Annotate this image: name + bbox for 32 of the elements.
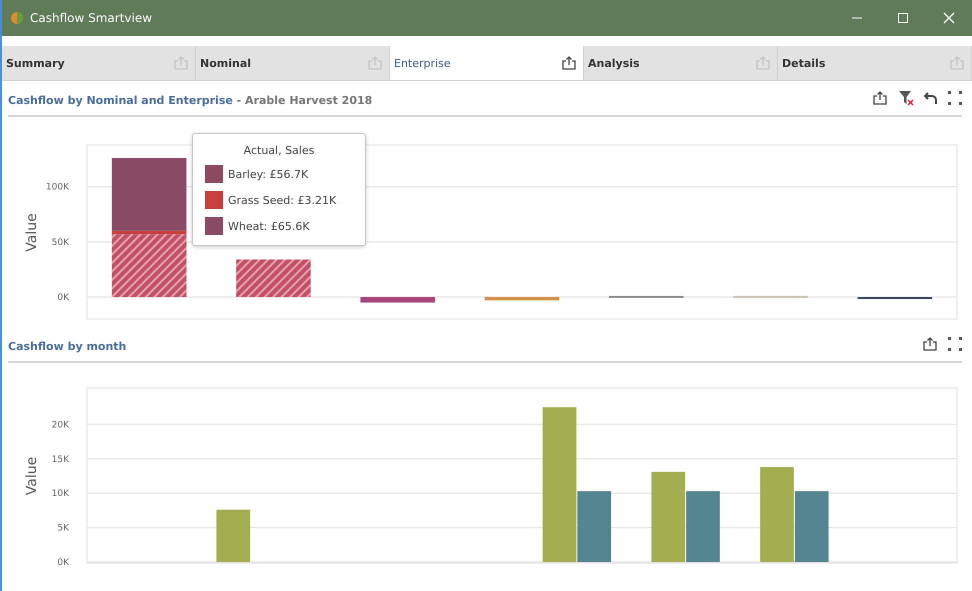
panel-title: Cashflow by Nominal and Enterprise — [8, 94, 233, 106]
bar — [686, 491, 720, 562]
axis-tick-label: 0K — [57, 293, 69, 304]
tooltip-item: Barley: £56.7K — [228, 168, 308, 180]
clear-filter-icon[interactable] — [898, 90, 914, 106]
axis-title: Value — [24, 213, 40, 252]
maximize-icon — [897, 12, 909, 24]
fullscreen-icon[interactable] — [948, 91, 962, 105]
window-title: Cashflow Smartview — [30, 11, 154, 25]
axis-tick-label: 100K — [46, 182, 69, 193]
app-icon — [10, 11, 24, 25]
bar — [216, 510, 250, 562]
fullscreen-icon[interactable] — [948, 337, 962, 351]
close-icon — [943, 12, 955, 24]
axis-tick-label: 5K — [57, 524, 69, 534]
bar — [794, 491, 829, 562]
tooltip-title: Actual, Sales — [242, 144, 316, 157]
axis-tick-label: 10K — [52, 489, 69, 500]
panel-title: Cashflow by month — [8, 340, 126, 352]
share-icon[interactable] — [561, 55, 577, 71]
tooltip-item: Grass Seed: £3.21K — [228, 194, 336, 206]
axis-title: Value — [24, 456, 40, 496]
undo-icon[interactable] — [924, 91, 938, 105]
axis-tick-label: 20K — [52, 420, 69, 430]
axis-tick-label: 50K — [52, 238, 69, 248]
tooltip-item: Wheat: £65.6K — [228, 220, 310, 232]
axis-tick-label: 0K — [57, 558, 69, 568]
panel-subtitle: - Arable Harvest 2018 — [236, 94, 372, 106]
axis-tick-label: 15K — [52, 454, 69, 465]
tab[interactable]: Enterprise — [390, 46, 584, 80]
share-icon[interactable] — [922, 336, 938, 352]
share-icon[interactable] — [872, 90, 888, 106]
